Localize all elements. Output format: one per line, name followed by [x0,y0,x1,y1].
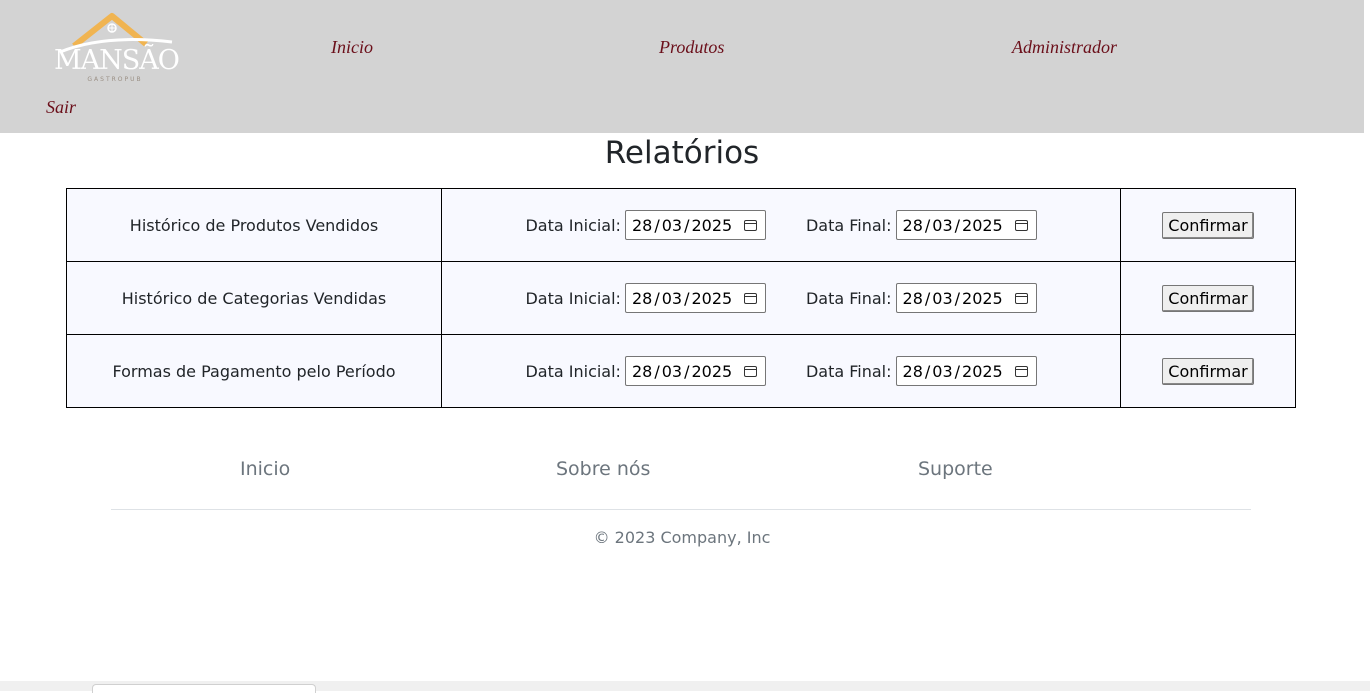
report-action: Confirmar [1120,334,1296,408]
date-separator: / [924,288,931,308]
date-separator: / [654,288,660,308]
year-segment[interactable]: 2025 [691,216,732,235]
report-date-range: Data Inicial: 28 / 03 / 2025 Data Final:… [441,188,1121,262]
calendar-icon[interactable] [743,291,759,306]
day-segment[interactable]: 28 [632,362,652,381]
page-title: Relatórios [604,135,760,171]
month-segment[interactable]: 03 [932,362,952,381]
month-segment[interactable]: 03 [932,289,952,308]
end-date-label: Data Final: [805,361,892,381]
nav-sair[interactable]: Sair [46,97,76,118]
end-date-input[interactable]: 28 / 03 / 2025 [895,356,1037,386]
report-action: Confirmar [1120,188,1296,262]
calendar-icon[interactable] [743,364,759,379]
confirm-button[interactable]: Confirmar [1162,211,1254,239]
end-date-group: Data Final: 28 / 03 / 2025 [806,356,1037,386]
date-range-wrapper: Data Inicial: 28 / 03 / 2025 Data Final:… [442,356,1120,386]
start-date-group: Data Inicial: 28 / 03 / 2025 [525,283,766,313]
mansao-logo[interactable]: MANSÃO GASTROPUB [54,12,180,88]
end-date-label: Data Final: [805,288,892,308]
page-edge [1364,0,1370,681]
day-segment[interactable]: 28 [903,362,923,381]
confirm-button[interactable]: Confirmar [1162,357,1254,385]
footer-link-sobre-nos[interactable]: Sobre nós [556,458,650,480]
date-range-wrapper: Data Inicial: 28 / 03 / 2025 Data Final:… [442,283,1120,313]
report-row: Histórico de Produtos Vendidos Data Inic… [66,188,1296,262]
start-date-group: Data Inicial: 28 / 03 / 2025 [525,210,766,240]
calendar-icon[interactable] [1014,218,1030,233]
day-segment[interactable]: 28 [632,216,652,235]
day-segment[interactable]: 28 [903,216,923,235]
report-row: Histórico de Categorias Vendidas Data In… [66,261,1296,335]
report-name: Formas de Pagamento pelo Período [66,334,442,408]
nav-produtos[interactable]: Produtos [659,37,724,61]
date-separator: / [924,215,931,235]
nav-inicio[interactable]: Inicio [331,37,373,61]
report-name: Histórico de Produtos Vendidos [66,188,442,262]
start-date-input[interactable]: 28 / 03 / 2025 [624,283,766,313]
date-separator: / [684,215,690,235]
end-date-label: Data Final: [805,215,892,235]
end-date-input[interactable]: 28 / 03 / 2025 [895,283,1037,313]
copyright: © 2023 Company, Inc [593,528,771,547]
reports-table: Histórico de Produtos Vendidos Data Inic… [66,188,1296,408]
logo-subtitle: GASTROPUB [87,76,143,83]
day-segment[interactable]: 28 [903,289,923,308]
date-separator: / [954,361,961,381]
month-segment[interactable]: 03 [662,216,682,235]
date-separator: / [684,361,690,381]
date-separator: / [954,215,961,235]
start-date-input[interactable]: 28 / 03 / 2025 [624,210,766,240]
date-separator: / [954,288,961,308]
month-segment[interactable]: 03 [662,362,682,381]
report-date-range: Data Inicial: 28 / 03 / 2025 Data Final:… [441,334,1121,408]
month-segment[interactable]: 03 [662,289,682,308]
end-date-input[interactable]: 28 / 03 / 2025 [895,210,1037,240]
year-segment[interactable]: 2025 [691,362,732,381]
date-separator: / [684,288,690,308]
year-segment[interactable]: 2025 [962,216,1003,235]
start-date-label: Data Inicial: [525,288,621,308]
month-segment[interactable]: 03 [932,216,952,235]
report-action: Confirmar [1120,261,1296,335]
report-row: Formas de Pagamento pelo Período Data In… [66,334,1296,408]
footer-divider [111,509,1251,510]
start-date-input[interactable]: 28 / 03 / 2025 [624,356,766,386]
date-separator: / [654,215,660,235]
end-date-group: Data Final: 28 / 03 / 2025 [806,283,1037,313]
year-segment[interactable]: 2025 [962,362,1003,381]
bottom-tab [92,684,316,693]
report-date-range: Data Inicial: 28 / 03 / 2025 Data Final:… [441,261,1121,335]
year-segment[interactable]: 2025 [962,289,1003,308]
start-date-group: Data Inicial: 28 / 03 / 2025 [525,356,766,386]
footer-link-suporte[interactable]: Suporte [918,458,993,480]
report-name: Histórico de Categorias Vendidas [66,261,442,335]
nav-administrador[interactable]: Administrador [1012,37,1117,61]
date-separator: / [654,361,660,381]
start-date-label: Data Inicial: [525,361,621,381]
date-separator: / [924,361,931,381]
end-date-group: Data Final: 28 / 03 / 2025 [806,210,1037,240]
day-segment[interactable]: 28 [632,289,652,308]
logo-name: MANSÃO [54,45,180,76]
year-segment[interactable]: 2025 [691,289,732,308]
date-range-wrapper: Data Inicial: 28 / 03 / 2025 Data Final:… [442,210,1120,240]
site-header: MANSÃO GASTROPUB Inicio Produtos Adminis… [0,0,1364,133]
start-date-label: Data Inicial: [525,215,621,235]
calendar-icon[interactable] [1014,364,1030,379]
calendar-icon[interactable] [743,218,759,233]
confirm-button[interactable]: Confirmar [1162,284,1254,312]
calendar-icon[interactable] [1014,291,1030,306]
footer-link-inicio[interactable]: Inicio [240,458,290,480]
